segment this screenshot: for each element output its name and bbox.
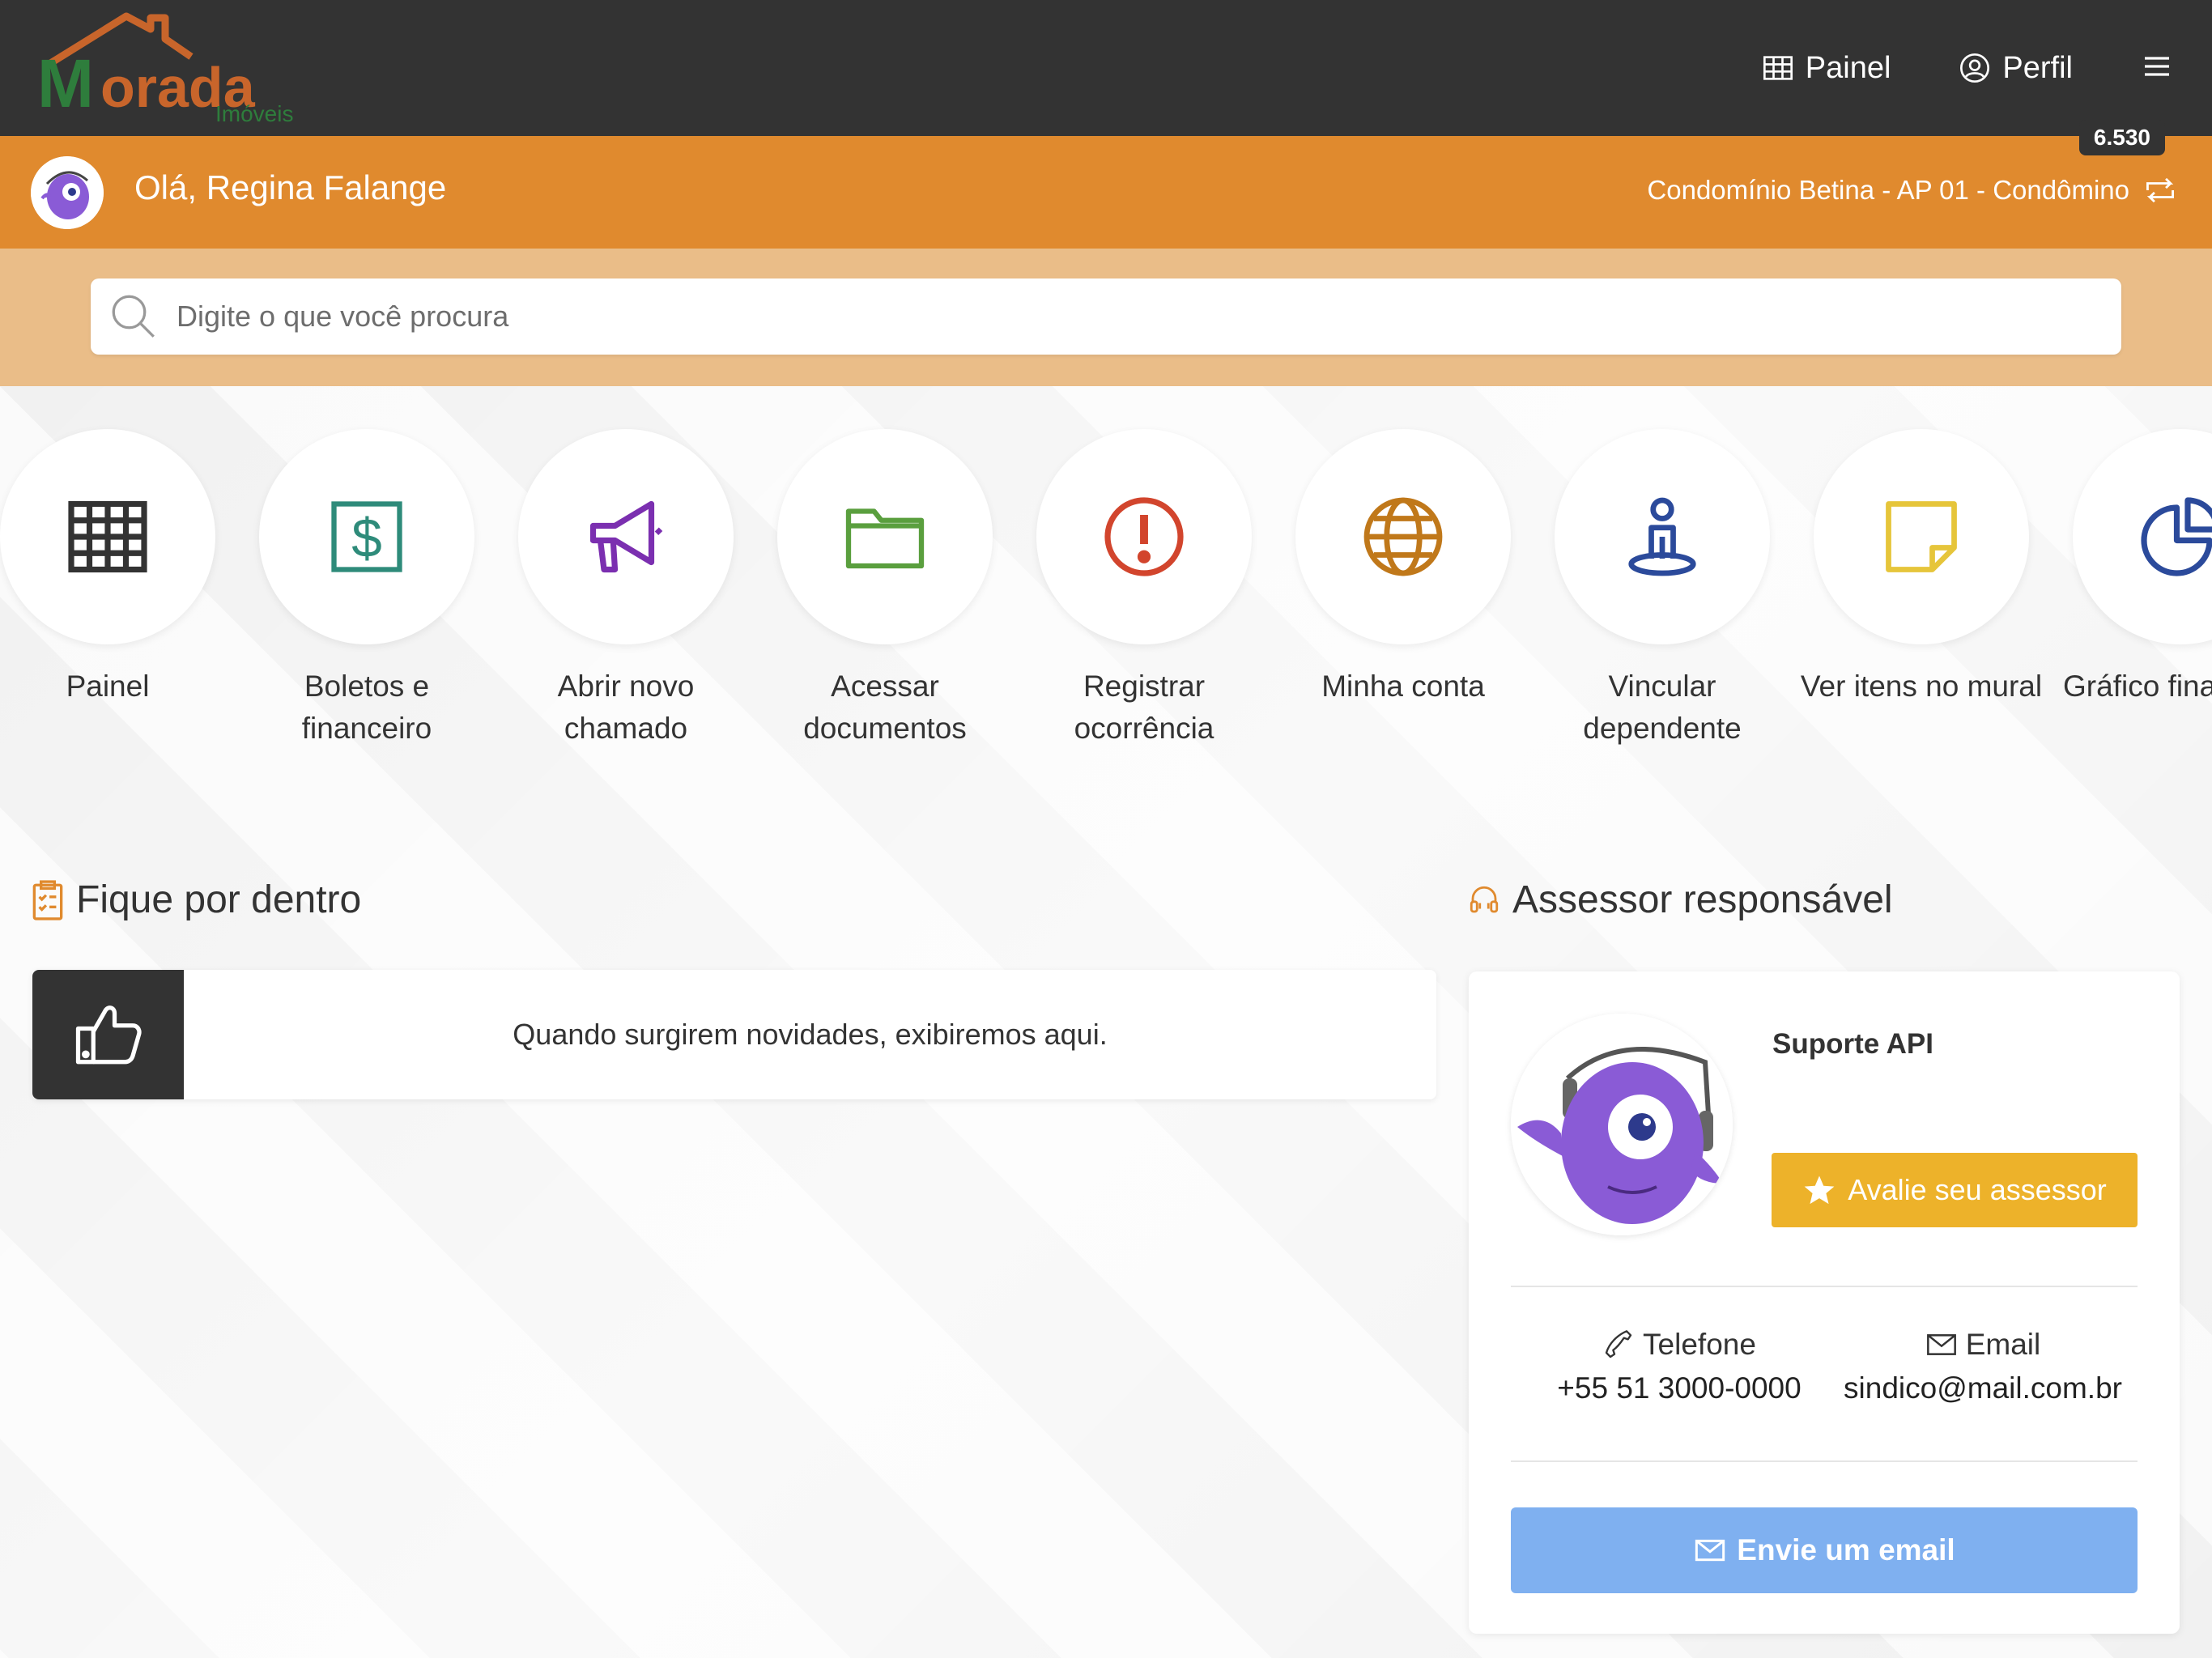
shortcut-label: Registrar ocorrência [1074,670,1214,745]
assessor-avatar [1511,1014,1733,1235]
nav-painel[interactable]: Painel [1762,51,1891,86]
folder-icon [845,508,925,569]
shortcut-label: Painel [66,670,150,703]
shortcut-circle[interactable] [1555,429,1770,644]
assessor-name: Suporte API [1772,1028,1933,1060]
nav-painel-label: Painel [1805,50,1891,85]
phone-contact[interactable]: Telefone +55 51 3000-0000 [1542,1328,1817,1405]
shortcut-grafico[interactable]: Gráfico financeiro [2051,429,2212,708]
shortcut-label: Ver itens no mural [1800,670,2043,703]
news-card: Quando surgirem novidades, exibiremos aq… [32,970,1436,1099]
greeting-text: Olá, Regina Falange [134,168,447,206]
shortcut-boletos[interactable]: $ Boletos e financeiro [237,429,496,750]
person-pin-icon [1628,497,1696,576]
megaphone-icon [589,500,663,573]
headset-icon [1470,886,1499,912]
table-icon [68,500,147,573]
news-empty-text: Quando surgirem novidades, exibiremos aq… [513,1018,1108,1051]
phone-label: Telefone [1643,1328,1756,1361]
shortcut-mural[interactable]: Ver itens no mural [1792,429,2051,708]
search-input[interactable] [177,278,2104,355]
globe-icon [1363,497,1443,576]
shortcut-circle[interactable] [1036,429,1252,644]
user-circle-icon [1960,53,1990,83]
sticky-note-icon [1886,501,1957,572]
swap-icon [2146,177,2174,203]
hamburger-icon [2145,56,2169,76]
morada-logo[interactable]: M orada Imóveis [29,11,345,126]
shortcut-label: Acessar documentos [803,670,967,745]
greeting-bar: Olá, Regina Falange Condomínio Betina - … [0,136,2212,249]
search-icon [112,295,155,338]
star-icon [1804,1175,1835,1205]
phone-value: +55 51 3000-0000 [1557,1371,1802,1405]
shortcut-dependente[interactable]: Vincular dependente [1533,429,1792,750]
points-badge: 6.530 [2078,120,2165,155]
thumbs-up-icon [75,1005,142,1065]
send-email-label: Envie um email [1737,1533,1955,1567]
table-icon [1763,56,1793,80]
news-icon-panel [32,970,184,1099]
shortcut-circle[interactable] [1814,429,2029,644]
envelope-icon [1926,1334,1956,1355]
assessor-title: Assessor responsável [1512,878,1893,921]
shortcut-circle[interactable] [518,429,734,644]
shortcut-circle[interactable] [2073,429,2212,644]
shortcut-documentos[interactable]: Acessar documentos [755,429,1015,750]
shortcut-circle[interactable] [777,429,993,644]
search-box[interactable] [91,278,2121,355]
shortcut-label: Vincular dependente [1583,670,1742,745]
send-email-button[interactable]: Envie um email [1511,1507,2138,1593]
divider [1511,1460,2138,1462]
shortcut-ocorrencia[interactable]: Registrar ocorrência [1015,429,1274,750]
shortcut-circle[interactable]: $ [259,429,474,644]
assessor-card: Suporte API Avalie seu assessor Telefone… [1469,971,2180,1634]
shortcut-label: Abrir novo chamado [557,670,695,745]
pie-chart-icon [2141,497,2212,576]
shortcut-label: Minha conta [1321,670,1485,703]
email-label-row: Email [1825,1328,2141,1362]
divider [1511,1286,2138,1287]
news-title: Fique por dentro [76,878,362,921]
shortcut-minha-conta[interactable]: Minha conta [1274,429,1533,708]
top-navbar: M orada Imóveis Painel Perfil [0,0,2212,136]
shortcut-label: Boletos e financeiro [301,670,432,745]
svg-text:$: $ [351,508,382,569]
envelope-icon [1695,1539,1725,1562]
hamburger-menu-button[interactable] [2141,50,2173,87]
email-value: sindico@mail.com.br [1844,1371,2122,1405]
email-label: Email [1965,1328,2041,1361]
shortcut-circle[interactable] [0,429,215,644]
alert-icon [1104,497,1184,576]
shortcut-circle[interactable] [1295,429,1511,644]
svg-text:M: M [37,45,94,121]
phone-label-row: Telefone [1542,1328,1817,1362]
nav-perfil[interactable]: Perfil [1959,51,2073,86]
shortcuts-row: Painel $ Boletos e financeiro Abrir novo… [0,429,2212,769]
condo-label: Condomínio Betina - AP 01 - Condômino [1647,175,2129,205]
shortcut-label: Gráfico financeiro [2063,670,2212,703]
shortcut-chamado[interactable]: Abrir novo chamado [496,429,755,750]
svg-text:Imóveis: Imóveis [215,101,293,125]
news-section-title: Fique por dentro [31,878,361,922]
dollar-icon: $ [331,501,402,572]
rate-assessor-label: Avalie seu assessor [1848,1173,2107,1206]
condo-switcher[interactable]: Condomínio Betina - AP 01 - Condômino [1647,175,2178,206]
rate-assessor-button[interactable]: Avalie seu assessor [1772,1153,2138,1227]
search-band [0,249,2212,386]
email-contact[interactable]: Email sindico@mail.com.br [1825,1328,2141,1405]
assessor-section-title: Assessor responsável [1467,878,1893,922]
phone-icon [1605,1330,1632,1358]
nav-perfil-label: Perfil [2002,50,2073,85]
shortcut-painel[interactable]: Painel [0,429,237,708]
user-avatar[interactable] [31,156,104,229]
clipboard-icon [32,879,63,920]
